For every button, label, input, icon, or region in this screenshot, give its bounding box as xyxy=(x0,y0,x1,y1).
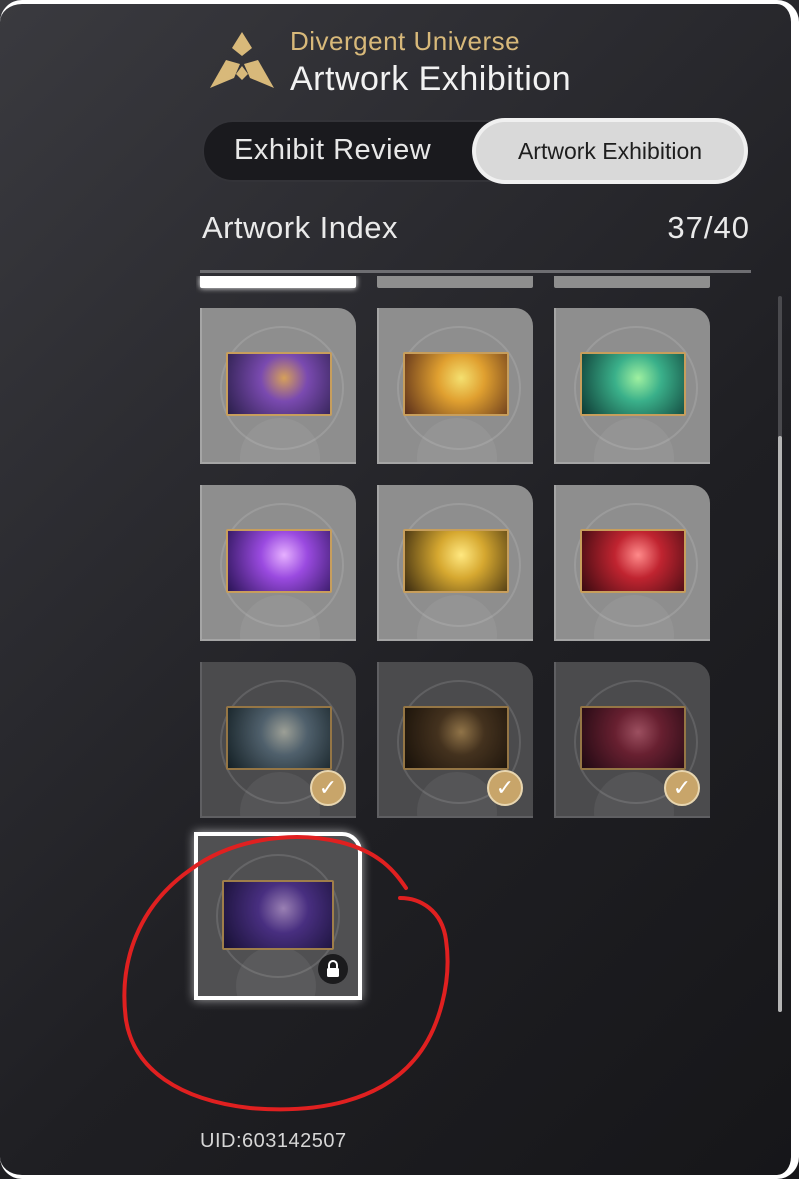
checkmark-icon: ✓ xyxy=(487,770,523,806)
tab-exhibit-review[interactable]: Exhibit Review xyxy=(234,134,431,167)
artwork-card[interactable]: ✓ xyxy=(200,662,356,818)
artwork-card-partial[interactable] xyxy=(554,276,710,288)
artwork-card[interactable] xyxy=(200,308,356,464)
artwork-card[interactable] xyxy=(377,308,533,464)
lock-icon xyxy=(318,954,348,984)
artwork-card[interactable] xyxy=(200,485,356,641)
artwork-card[interactable] xyxy=(554,485,710,641)
artwork-thumbnail xyxy=(226,706,332,770)
header-subtitle: Divergent Universe xyxy=(290,26,521,56)
artwork-thumbnail xyxy=(403,706,509,770)
artwork-thumbnail xyxy=(403,352,509,416)
artwork-thumbnail xyxy=(226,529,332,593)
artwork-thumbnail xyxy=(580,352,686,416)
artwork-card[interactable]: ✓ xyxy=(554,662,710,818)
artwork-card[interactable]: ✓ xyxy=(377,662,533,818)
artwork-thumbnail xyxy=(580,706,686,770)
artwork-thumbnail xyxy=(403,529,509,593)
artwork-card[interactable] xyxy=(194,832,362,1000)
tab-artwork-exhibition[interactable]: Artwork Exhibition xyxy=(476,122,744,180)
artwork-thumbnail xyxy=(226,352,332,416)
artwork-card-partial[interactable] xyxy=(200,276,356,288)
artwork-index-title: Artwork Index xyxy=(202,210,399,245)
artwork-thumbnail xyxy=(222,880,334,950)
diamond-emblem-icon xyxy=(210,32,274,88)
artwork-thumbnail xyxy=(580,529,686,593)
tab-bar: Exhibit Review Artwork Exhibition xyxy=(202,120,748,182)
artwork-card[interactable] xyxy=(377,485,533,641)
checkmark-icon: ✓ xyxy=(664,770,700,806)
uid-label: UID:603142507 xyxy=(200,1130,347,1152)
divider xyxy=(200,270,751,273)
artwork-index-count: 37/40 xyxy=(667,210,750,245)
scrollbar-thumb[interactable] xyxy=(778,436,782,1012)
checkmark-icon: ✓ xyxy=(310,770,346,806)
artwork-card-partial[interactable] xyxy=(377,276,533,288)
page-title: Artwork Exhibition xyxy=(290,60,572,98)
artwork-card[interactable] xyxy=(554,308,710,464)
page-header: Divergent Universe Artwork Exhibition xyxy=(206,26,626,106)
